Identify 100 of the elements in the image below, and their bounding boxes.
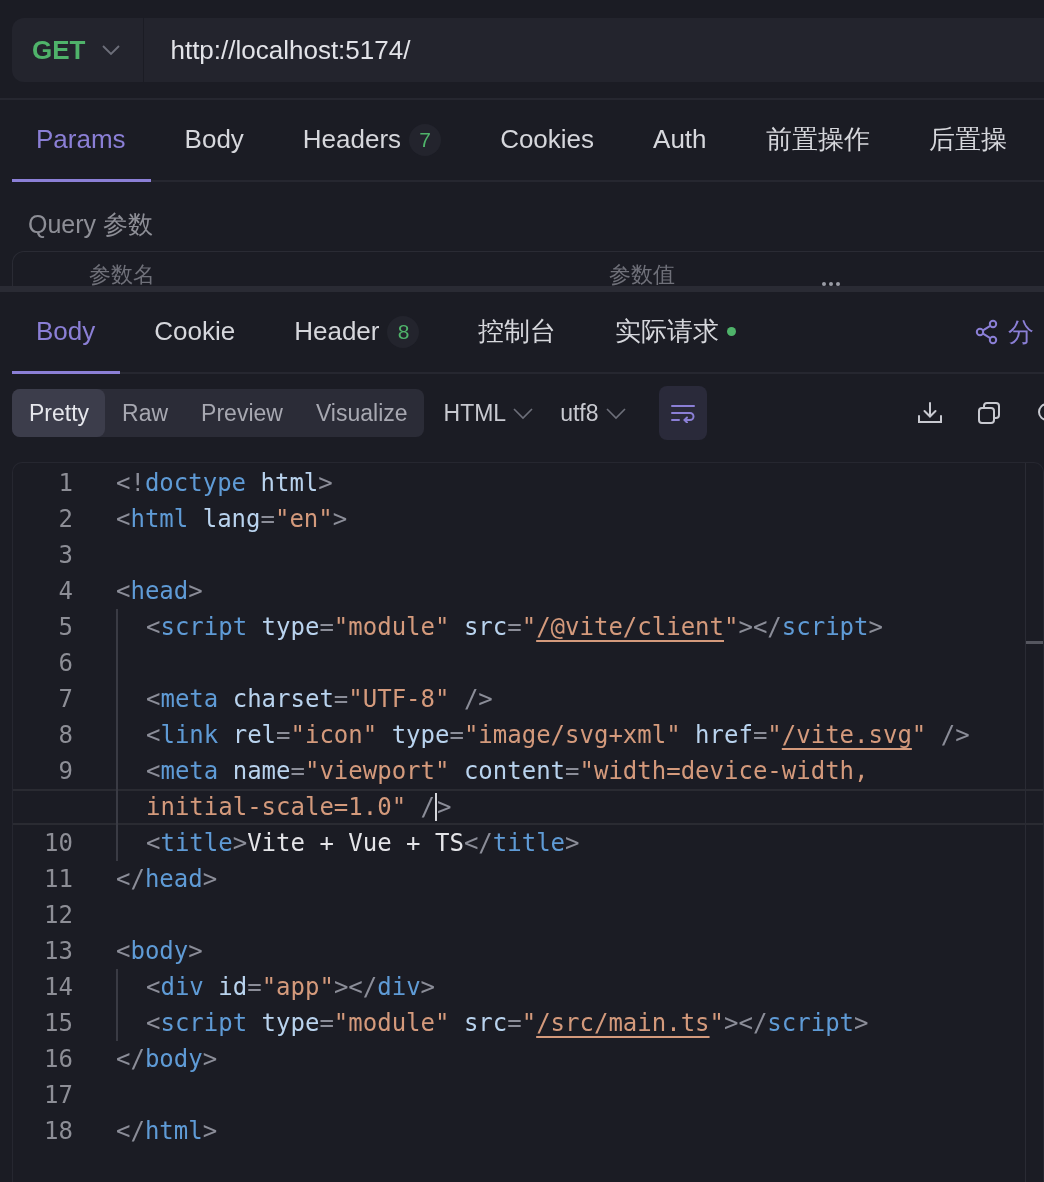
text-cursor: [435, 793, 437, 821]
code-punctuation: ></: [333, 973, 378, 1001]
code-string: "icon": [290, 721, 378, 749]
code-string: "image/svg+xml": [463, 721, 681, 749]
code-attribute: href: [694, 721, 753, 749]
code-attribute: rel: [231, 721, 277, 749]
line-number: 5: [58, 613, 73, 641]
code-punctuation: </: [116, 1045, 145, 1073]
code-punctuation: <: [116, 937, 131, 965]
code-tag: script: [160, 1009, 248, 1037]
code-punctuation: />: [462, 685, 493, 713]
code-string: initial-scale=1.0": [146, 793, 407, 821]
code-punctuation: =: [247, 973, 262, 1001]
line-number: 3: [58, 541, 73, 569]
url-field[interactable]: http://localhost:5174/: [144, 34, 411, 66]
code-punctuation: =: [507, 613, 522, 641]
code-punctuation: =: [276, 721, 291, 749]
request-tab[interactable]: Params: [12, 100, 151, 182]
code-punctuation: <: [116, 505, 131, 533]
line-number: 13: [44, 937, 73, 965]
view-mode-option[interactable]: Preview: [184, 389, 299, 437]
code-punctuation: =: [319, 1009, 334, 1037]
code-tag: title: [160, 829, 233, 857]
line-number: 15: [44, 1009, 73, 1037]
count-badge: 8: [387, 315, 420, 348]
view-mode-option[interactable]: Pretty: [12, 389, 106, 437]
response-tab[interactable]: 实际请求: [591, 292, 762, 374]
code-punctuation: <: [146, 1009, 161, 1037]
line-number: 6: [58, 649, 73, 677]
code-tag: doctype: [144, 469, 247, 497]
code-string: "en": [274, 505, 333, 533]
code-punctuation: =: [449, 721, 464, 749]
section-title: Query 参数: [28, 209, 155, 240]
line-number: 7: [58, 685, 73, 713]
code-punctuation: >: [188, 577, 203, 605]
code-punctuation: <: [146, 613, 161, 641]
request-tab[interactable]: 前置操作: [741, 100, 895, 182]
code-punctuation: <: [146, 757, 161, 785]
code-attribute: content: [462, 757, 566, 785]
response-tab[interactable]: 控制台: [454, 292, 582, 374]
code-punctuation: >: [565, 829, 580, 857]
code-punctuation: >: [420, 973, 436, 1001]
column-header: 参数名: [89, 261, 155, 289]
request-tab[interactable]: Auth: [629, 100, 732, 182]
view-mode-option[interactable]: Visualize: [298, 389, 424, 437]
response-tab[interactable]: Cookie: [130, 292, 261, 374]
line-number: 1: [58, 469, 73, 497]
line-number: 14: [44, 973, 73, 1001]
code-attribute: type: [260, 613, 320, 641]
code-string: ": [709, 1009, 724, 1037]
code-string: "width=device-width,: [579, 757, 869, 785]
code-punctuation: >: [232, 829, 248, 857]
method-dropdown[interactable]: GET: [12, 18, 145, 82]
code-tag: html: [144, 1117, 203, 1145]
code-punctuation: =: [565, 757, 580, 785]
code-string: "UTF-8": [348, 685, 450, 713]
code-tag: body: [130, 937, 189, 965]
format-dropdown[interactable]: HTML: [443, 399, 561, 427]
request-tab[interactable]: Headers 7: [278, 100, 467, 182]
share-icon: [974, 319, 1000, 345]
code-punctuation: >: [188, 937, 203, 965]
response-tab[interactable]: Header 8: [270, 292, 445, 374]
encoding-dropdown[interactable]: utf8: [560, 399, 653, 427]
request-tab[interactable]: Body: [160, 100, 269, 182]
line-number: 2: [58, 505, 73, 533]
code-punctuation: >: [437, 793, 452, 821]
code-punctuation: =: [507, 1009, 522, 1037]
code-attribute: type: [390, 721, 450, 749]
code-punctuation: />: [939, 721, 970, 749]
response-tab[interactable]: Body: [12, 292, 121, 374]
code-punctuation: >: [868, 613, 883, 641]
code-string: "viewport": [304, 757, 450, 785]
code-punctuation: ></: [738, 613, 782, 641]
code-string: ": [724, 613, 739, 641]
view-mode-option[interactable]: Raw: [105, 389, 185, 437]
line-number: 10: [44, 829, 73, 857]
code-punctuation: </: [116, 1117, 145, 1145]
share-button[interactable]: 分: [974, 292, 1034, 372]
code-string: ": [521, 1009, 537, 1037]
code-punctuation: =: [290, 757, 305, 785]
code-punctuation: >: [318, 469, 333, 497]
request-tab[interactable]: Cookies: [476, 100, 620, 182]
code-punctuation: >: [202, 1117, 218, 1145]
line-number: 17: [44, 1081, 73, 1109]
code-attribute: lang: [201, 505, 261, 533]
code-tag: script: [781, 613, 869, 641]
code-punctuation: ></: [724, 1009, 768, 1037]
request-tab[interactable]: 后置操: [904, 100, 1032, 182]
code-tag: script: [160, 613, 248, 641]
word-wrap-button[interactable]: [658, 386, 707, 440]
code-string: "app": [261, 973, 334, 1001]
code-tag: div: [377, 973, 421, 1001]
line-number: 18: [44, 1117, 73, 1145]
line-number: 11: [44, 865, 73, 893]
code-punctuation: <: [146, 973, 161, 1001]
line-number: 16: [44, 1045, 73, 1073]
method-label: GET: [32, 34, 86, 66]
code-punctuation: =: [752, 721, 768, 749]
code-string: "module": [333, 613, 450, 641]
code-punctuation: <: [146, 829, 161, 857]
